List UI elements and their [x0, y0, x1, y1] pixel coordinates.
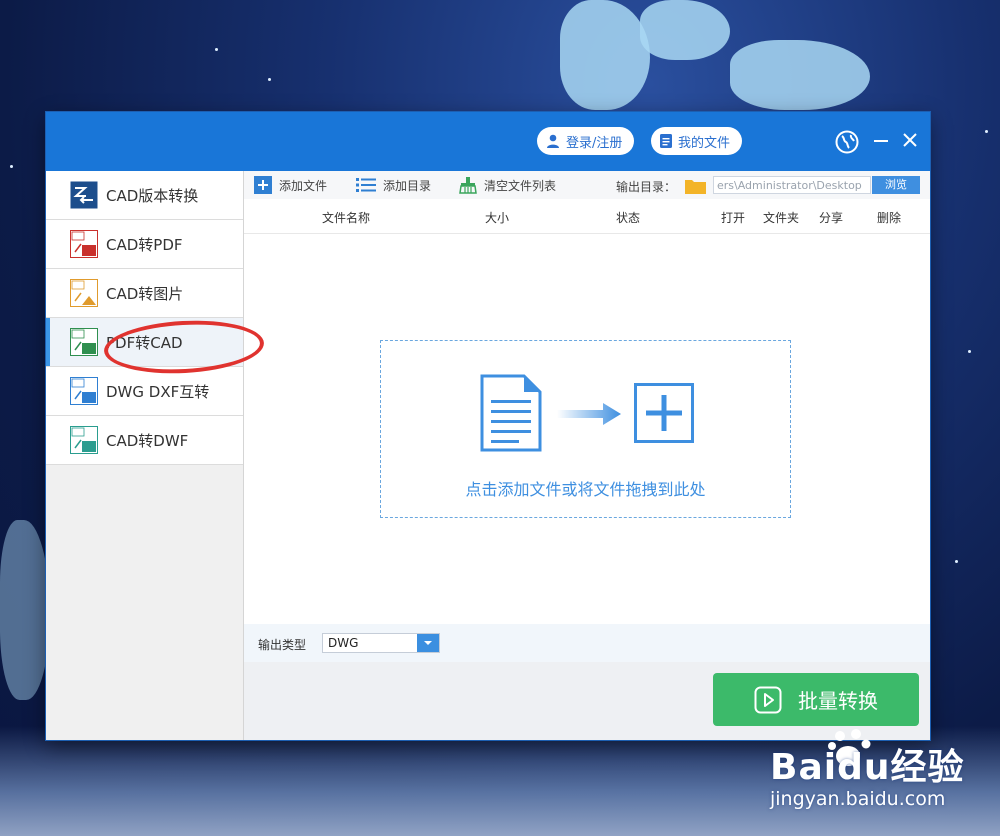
star	[10, 165, 13, 168]
minimize-button[interactable]	[874, 140, 888, 142]
sidebar-item-cad-to-pdf[interactable]: CAD转PDF	[46, 220, 243, 269]
column-open[interactable]: 打开	[721, 209, 745, 226]
output-type-bar: 输出类型 DWG	[244, 624, 930, 662]
background-shape	[730, 40, 870, 110]
my-files-label: 我的文件	[678, 135, 731, 151]
play-icon	[754, 686, 782, 713]
star	[955, 560, 958, 563]
sidebar: CAD版本转换 CAD转PDF CAD转图片 PDF转CAD DWG DXF互转…	[46, 171, 244, 740]
folder-icon[interactable]	[685, 178, 706, 194]
close-button[interactable]	[903, 133, 917, 147]
sidebar-item-cad-version[interactable]: CAD版本转换	[46, 171, 243, 220]
chevron-down-icon[interactable]	[417, 634, 439, 652]
sidebar-item-label: CAD转DWF	[106, 432, 189, 450]
sidebar-item-label: CAD版本转换	[106, 187, 199, 205]
toolbar: 添加文件 添加目录 清空文件列表 输出目录： ers\Administrator…	[244, 171, 930, 199]
star	[985, 130, 988, 133]
login-label: 登录/注册	[566, 135, 623, 151]
title-bar: 登录/注册 我的文件	[46, 112, 930, 171]
output-type-select[interactable]: DWG	[322, 633, 440, 653]
watermark: Baidu经验 jingyan.baidu.com	[770, 729, 970, 818]
user-icon	[547, 134, 559, 148]
drop-zone-text: 点击添加文件或将文件拖拽到此处	[465, 480, 706, 499]
sidebar-item-cad-to-dwf[interactable]: CAD转DWF	[46, 416, 243, 465]
add-directory-label: 添加目录	[383, 178, 432, 193]
cad-to-dwf-icon	[70, 426, 98, 454]
add-plus-icon	[634, 383, 694, 443]
column-filename[interactable]: 文件名称	[322, 209, 370, 226]
batch-convert-label: 批量转换	[798, 689, 878, 713]
watermark-logo: Baidu经验	[770, 747, 965, 788]
cad-to-pdf-icon	[70, 230, 98, 258]
star	[968, 350, 971, 353]
add-file-label: 添加文件	[279, 178, 328, 193]
sidebar-item-dwg-dxf[interactable]: DWG DXF互转	[46, 367, 243, 416]
app-window: 登录/注册 我的文件 CAD版本转换 CAD转PDF CAD转图片 PDF转CA…	[46, 112, 930, 740]
background-shape	[640, 0, 730, 60]
browse-button[interactable]: 浏览	[872, 176, 920, 194]
output-path-field[interactable]: ers\Administrator\Desktop	[713, 176, 871, 194]
login-button[interactable]: 登录/注册	[537, 127, 635, 155]
column-status[interactable]: 状态	[616, 209, 640, 226]
list-icon	[356, 178, 376, 192]
my-files-button[interactable]: 我的文件	[651, 127, 743, 155]
star	[215, 48, 218, 51]
watermark-url: jingyan.baidu.com	[770, 788, 946, 810]
column-delete[interactable]: 删除	[877, 209, 901, 226]
cad-version-icon	[70, 181, 98, 209]
star	[268, 78, 271, 81]
output-type-value: DWG	[328, 636, 359, 650]
cad-to-image-icon	[70, 279, 98, 307]
clear-list-button[interactable]: 清空文件列表	[459, 171, 556, 199]
main-panel: 添加文件 添加目录 清空文件列表 输出目录： ers\Administrator…	[244, 171, 930, 740]
output-directory-label: 输出目录：	[616, 180, 677, 194]
sidebar-item-label: CAD转图片	[106, 285, 184, 303]
column-size[interactable]: 大小	[485, 209, 509, 226]
pdf-to-cad-icon	[70, 328, 98, 356]
add-file-icon	[254, 176, 272, 194]
sidebar-item-label: DWG DXF互转	[106, 383, 210, 401]
add-directory-button[interactable]: 添加目录	[356, 171, 431, 199]
column-folder[interactable]: 文件夹	[763, 209, 799, 226]
arrow-right-icon	[557, 403, 621, 425]
file-drop-zone[interactable]: 点击添加文件或将文件拖拽到此处	[380, 340, 791, 518]
globe-icon[interactable]	[835, 130, 859, 154]
sidebar-item-cad-to-image[interactable]: CAD转图片	[46, 269, 243, 318]
broom-icon	[459, 177, 477, 194]
add-file-button[interactable]: 添加文件	[254, 171, 327, 199]
background-shape	[0, 520, 50, 700]
output-type-label: 输出类型	[258, 638, 307, 652]
background-shape	[560, 0, 650, 110]
column-share[interactable]: 分享	[819, 209, 843, 226]
file-icon	[660, 134, 672, 148]
file-table-header: 文件名称 大小 状态 打开 文件夹 分享 删除	[244, 200, 930, 234]
dwg-dxf-icon	[70, 377, 98, 405]
batch-convert-button[interactable]: 批量转换	[713, 673, 919, 726]
clear-list-label: 清空文件列表	[484, 178, 557, 193]
document-icon	[480, 374, 542, 452]
sidebar-item-label: CAD转PDF	[106, 236, 183, 254]
